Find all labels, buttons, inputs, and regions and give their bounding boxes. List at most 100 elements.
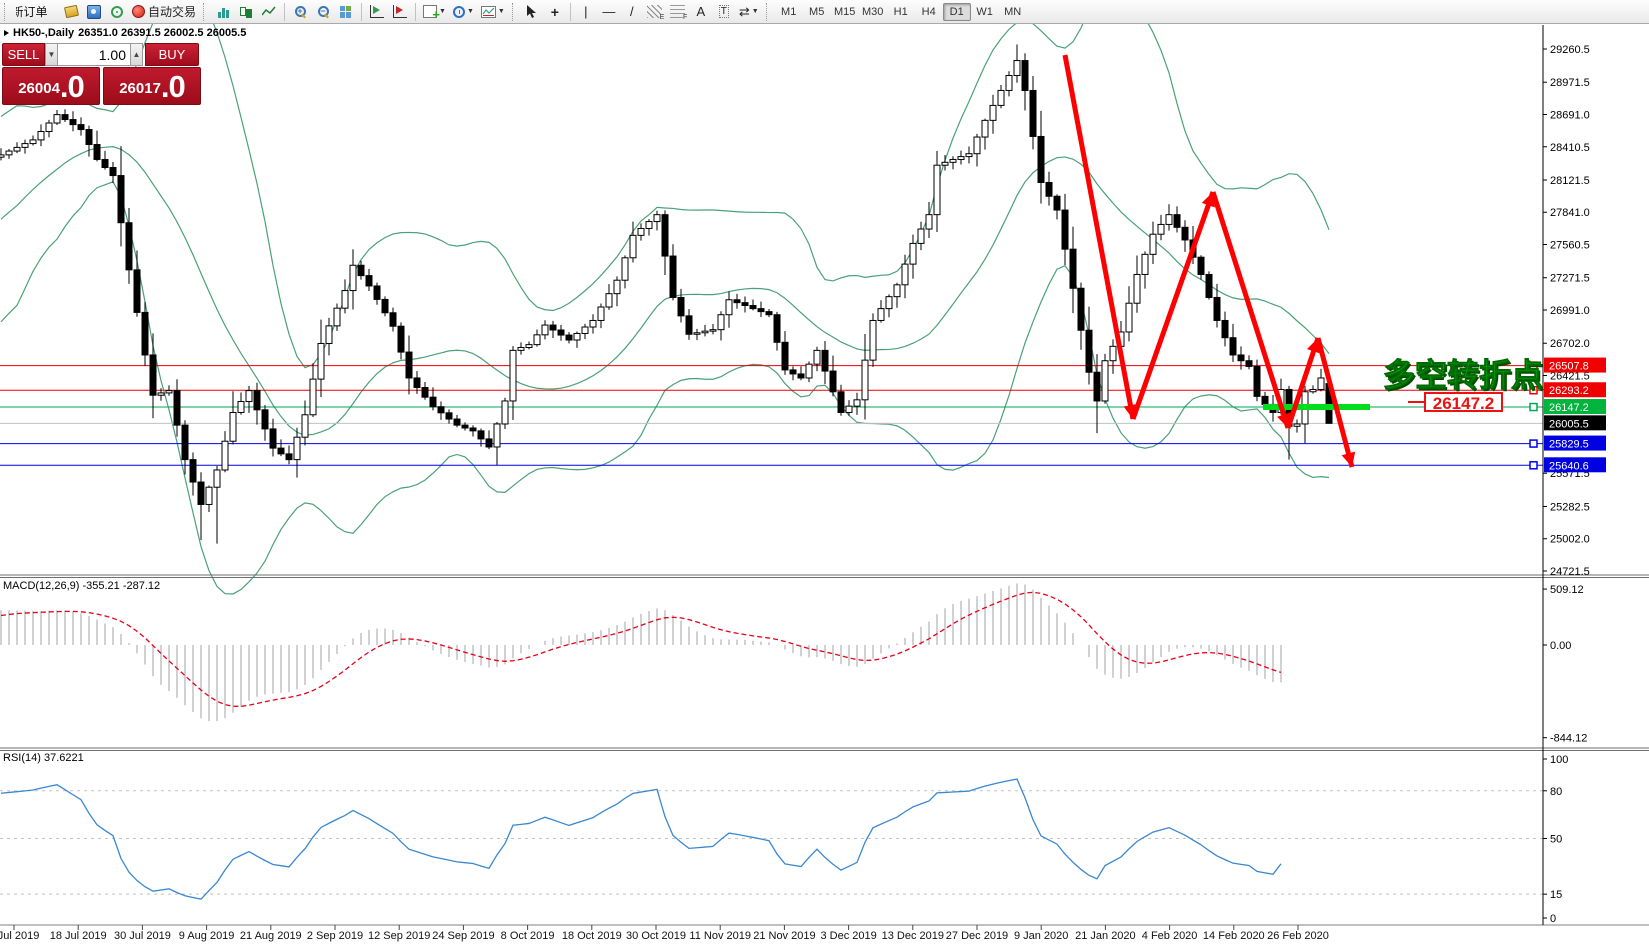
toolbar-drag-handle[interactable] [4,2,9,21]
chart-symbol-period: HK50-,Daily [13,27,75,39]
svg-text:4 Feb 2020: 4 Feb 2020 [1142,930,1198,942]
toolbar-separator [284,2,286,21]
profiles-button[interactable]: ▼ [450,2,477,22]
zoom-in-icon: + [294,6,306,17]
new-chart-icon [423,5,440,22]
svg-text:25829.5: 25829.5 [1549,439,1589,451]
new-chart-button[interactable]: ▼ [420,2,449,22]
tile-windows-button[interactable] [335,2,357,22]
timeframe-h1[interactable]: H1 [887,3,915,21]
sell-button[interactable]: SELL [2,43,45,66]
auto-scroll-button[interactable] [366,2,388,22]
fibonacci-button[interactable] [667,2,689,22]
svg-text:100: 100 [1550,754,1568,766]
turning-point-annotation[interactable]: 多空转折点 [1382,350,1543,396]
zoom-out-icon: − [317,6,329,17]
zoom-in-button[interactable]: + [289,2,311,22]
svg-text:18 Jul 2019: 18 Jul 2019 [50,930,107,942]
buy-button[interactable]: BUY [145,43,199,66]
svg-text:26507.8: 26507.8 [1549,361,1589,373]
auto-trading-icon [132,5,145,18]
price-axis: 29260.5 28971.5 28691.0 28410.5 28121.5 27841… [0,25,1649,926]
svg-text:13 Dec 2019: 13 Dec 2019 [882,930,944,942]
timeframe-m30[interactable]: M30 [859,3,887,21]
dropdown-caret-icon: ▼ [497,8,505,15]
text-label-button[interactable]: T [713,2,735,22]
timeframe-d1[interactable]: D1 [942,2,971,21]
shapes-button[interactable]: ⇄ ▼ [736,2,762,22]
candlestick-mode-button[interactable] [235,2,257,22]
svg-text:24 Sep 2019: 24 Sep 2019 [432,930,494,942]
order-history-button[interactable] [60,2,82,22]
chart-title: HK50-,Daily 26351.0 26391.5 26002.5 2600… [4,27,246,39]
equidistant-channel-button[interactable] [644,2,666,22]
svg-text:21 Aug 2019: 21 Aug 2019 [240,930,302,942]
svg-text:2 Sep 2019: 2 Sep 2019 [307,930,363,942]
trendline-button[interactable]: / [621,2,643,22]
bar-chart-mode-button[interactable] [212,2,234,22]
toolbar-separator [203,2,208,21]
buy-price-display[interactable]: 26017.0 [103,67,201,105]
svg-text:9 Aug 2019: 9 Aug 2019 [179,930,235,942]
level-price-annotation[interactable]: 26147.2 [1424,392,1503,413]
svg-text:26702.0: 26702.0 [1550,338,1590,350]
text-button[interactable]: A [690,2,712,22]
level-box-connector [1408,401,1424,403]
macd-title: MACD(12,26,9) [3,580,80,592]
line-chart-mode-button[interactable] [258,2,280,22]
svg-text:14 Feb 2020: 14 Feb 2020 [1203,930,1265,942]
timeframe-mn[interactable]: MN [999,3,1027,21]
chart-shift-button[interactable] [389,2,411,22]
text-icon: A [696,4,706,19]
trendline-icon: / [630,4,634,19]
volume-increase-button[interactable]: ▲ [130,43,143,66]
svg-text:29260.5: 29260.5 [1550,44,1590,56]
auto-scroll-icon [370,5,385,18]
vertical-line-icon: | [584,4,588,19]
dropdown-caret-icon: ▼ [751,8,759,15]
crosshair-button[interactable]: + [544,2,566,22]
svg-text:28691.0: 28691.0 [1550,109,1590,121]
svg-text:27271.5: 27271.5 [1550,273,1590,285]
toolbar-separator [569,2,571,21]
svg-text:30 Jul 2019: 30 Jul 2019 [114,930,171,942]
buy-price-frac: .0 [160,69,186,104]
signal-button[interactable] [106,2,128,22]
crosshair-icon: + [550,3,559,20]
buy-price-main: 26017 [119,80,161,97]
sell-price-display[interactable]: 26004.0 [2,67,100,105]
sell-price-frac: .0 [59,69,85,104]
volume-input[interactable] [58,43,130,66]
rsi-label: RSI(14) 37.6221 [3,752,84,764]
auto-trading-button[interactable]: 自动交易 [129,2,199,22]
svg-text:28410.5: 28410.5 [1550,142,1590,154]
timeframe-m5[interactable]: M5 [803,3,831,21]
timeframe-group: M1 M5 M15 M30 H1 H4 D1 W1 MN [775,2,1027,21]
timeframe-m1[interactable]: M1 [775,3,803,21]
svg-text:18 Oct 2019: 18 Oct 2019 [562,930,622,942]
cursor-button[interactable] [521,2,543,22]
candlesticks [0,44,1333,544]
community-icon [87,4,101,19]
timeframe-w1[interactable]: W1 [971,3,999,21]
volume-decrease-button[interactable]: ▼ [45,43,58,66]
clock-icon [452,5,465,18]
svg-text:27560.5: 27560.5 [1550,240,1590,252]
community-button[interactable] [83,2,105,22]
timeframe-h4[interactable]: H4 [915,3,943,21]
svg-text:26147.2: 26147.2 [1549,402,1589,414]
caret-down-icon: ▼ [47,50,56,59]
timeframe-m15[interactable]: M15 [831,3,859,21]
svg-text:24721.5: 24721.5 [1550,566,1590,578]
rsi-panel [0,778,1543,900]
shapes-icon: ⇄ [738,3,750,19]
new-order-button[interactable]: 新订单 [13,2,59,22]
horizontal-line-button[interactable]: — [598,2,620,22]
svg-text:30 Oct 2019: 30 Oct 2019 [626,930,686,942]
zoom-out-button[interactable]: − [312,2,334,22]
vertical-line-button[interactable]: | [575,2,597,22]
svg-text:3 Dec 2019: 3 Dec 2019 [820,930,876,942]
indicators-button[interactable]: ▼ [478,2,508,22]
chart-canvas[interactable]: 29260.5 28971.5 28691.0 28410.5 28121.5 27841… [0,0,1649,946]
date-axis: 8 Jul 2019 18 Jul 2019 30 Jul 2019 9 Aug 20… [0,925,1329,942]
